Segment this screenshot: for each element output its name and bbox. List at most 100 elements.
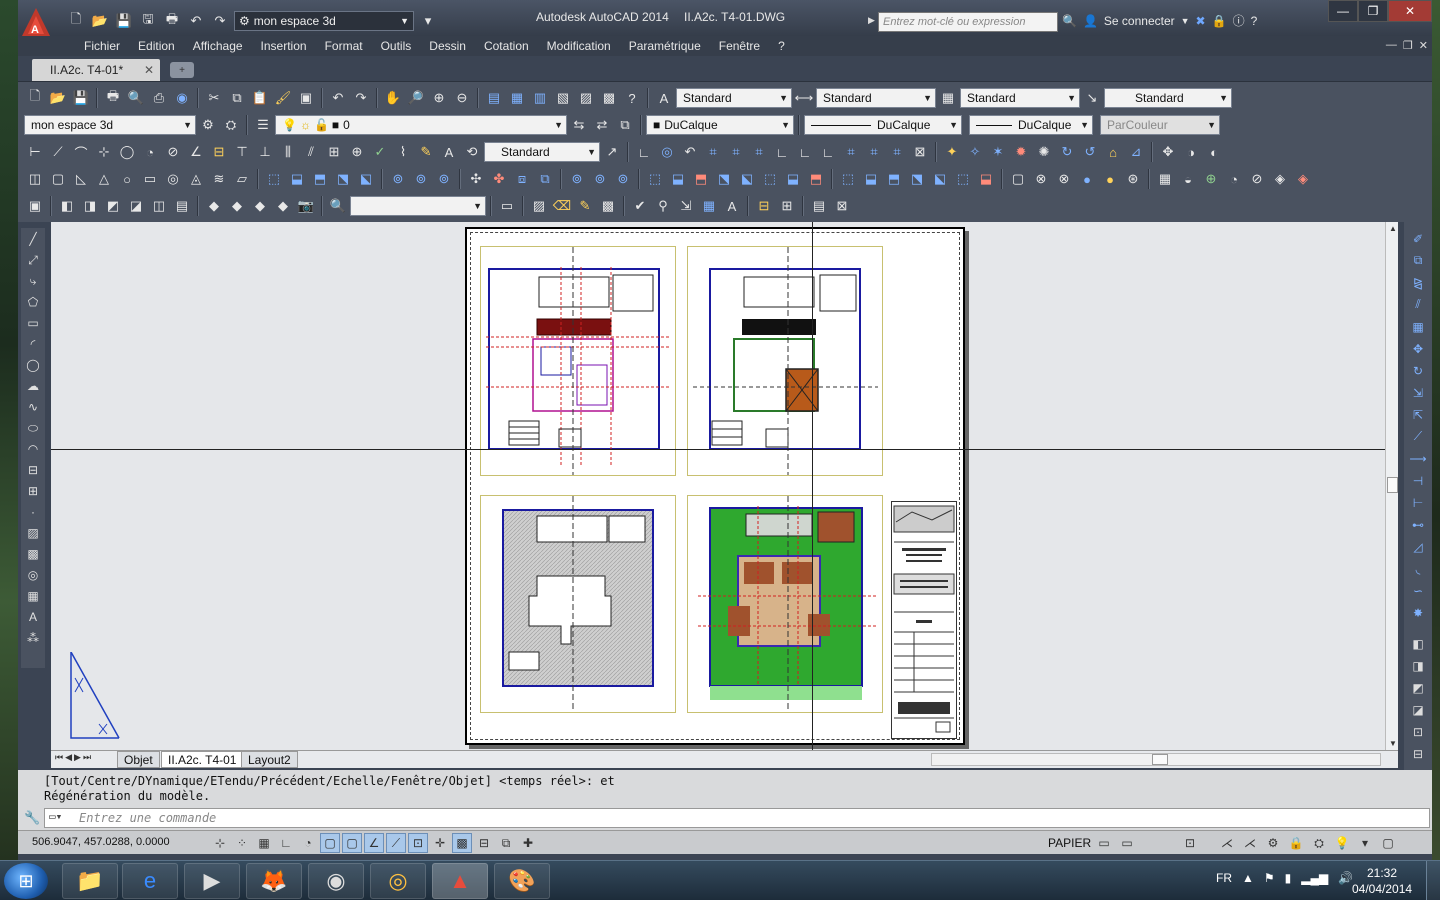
redo-icon[interactable]: ↷ (210, 12, 230, 30)
visual-realistic-icon[interactable]: ● (1076, 168, 1098, 190)
revision-cloud-icon[interactable]: ☁ (22, 376, 44, 396)
dim-text-edit-icon[interactable]: A (438, 141, 460, 163)
linetype-select[interactable]: DuCalque ▼ (804, 115, 962, 135)
zoom-previous-icon[interactable]: ⊖ (451, 87, 473, 109)
save-icon[interactable]: 💾 (114, 12, 134, 30)
next-layout-icon[interactable]: ▶ (74, 752, 81, 763)
explorer-taskbar-icon[interactable]: 📁 (62, 863, 118, 899)
new-icon[interactable]: 🗋 (24, 87, 46, 109)
file-tab[interactable]: II.A2c. T4-01* ✕ (32, 59, 160, 81)
viewport-site-plan[interactable] (687, 495, 883, 713)
application-status-icon[interactable]: ▾ (1355, 833, 1375, 853)
new-file-icon[interactable]: 🗋 (66, 11, 86, 30)
menu-edition[interactable]: Edition (129, 39, 184, 53)
solid-union-icon[interactable]: ⊚ (566, 168, 588, 190)
workspace-switching-icon[interactable]: ⚙ (1263, 833, 1283, 853)
flag-icon[interactable]: ⚑ (1264, 871, 1275, 885)
loft-icon[interactable]: ⬕ (355, 168, 377, 190)
last-layout-icon[interactable]: ⏭ (83, 752, 91, 763)
gradient-icon[interactable]: ▩ (597, 195, 619, 217)
ucs-3point-icon[interactable]: ∟ (817, 141, 839, 163)
ucs-icon[interactable]: ∟ (633, 141, 655, 163)
stretch-icon[interactable]: ⇱ (1406, 404, 1430, 425)
volume-icon[interactable]: 🔊 (1338, 871, 1353, 885)
multileader-style-icon[interactable]: ↘ (1081, 87, 1103, 109)
center-mark-icon[interactable]: ⊕ (346, 141, 368, 163)
jogged-dim-icon[interactable]: ◔ (139, 141, 161, 163)
cylinder-icon[interactable]: ▭ (139, 168, 161, 190)
named-view-select[interactable]: ▼ (350, 196, 486, 216)
rotate-faces-icon[interactable]: ⬕ (736, 168, 758, 190)
ucs-x-icon[interactable]: ⌗ (840, 141, 862, 163)
light-distant-icon[interactable]: ✶ (987, 141, 1009, 163)
new-tab-button[interactable]: + (170, 62, 194, 78)
isolate-objects-icon[interactable]: 💡 (1332, 833, 1352, 853)
doc-restore-icon[interactable]: ❐ (1403, 39, 1413, 52)
layout-tab-layout2[interactable]: Layout2 (241, 751, 298, 768)
orbit-icon[interactable]: ✥ (1157, 141, 1179, 163)
minimize-button[interactable]: — (1328, 0, 1358, 22)
multileader-style-select[interactable]: Standard ▼ (1104, 88, 1232, 108)
pan-icon[interactable]: ✋ (382, 87, 404, 109)
arc-icon[interactable]: ◜ (22, 334, 44, 354)
intersect-icon[interactable]: ⊚ (433, 168, 455, 190)
tool-palettes-icon[interactable]: ▥ (529, 87, 551, 109)
mirror-icon[interactable]: ⧎ (1406, 272, 1430, 293)
ellipse-icon[interactable]: ⬭ (22, 418, 44, 438)
chrome-taskbar-icon[interactable]: ◉ (308, 863, 364, 899)
ucs-y-icon[interactable]: ⌗ (863, 141, 885, 163)
qat-customize-icon[interactable]: ▾ (418, 12, 438, 30)
visual-3d-wireframe-icon[interactable]: ⊗ (1030, 168, 1052, 190)
ellipse-arc-icon[interactable]: ◠ (22, 439, 44, 459)
helix-icon[interactable]: ≋ (208, 168, 230, 190)
dim-break-icon[interactable]: ⫽ (300, 141, 322, 163)
menu-parametrique[interactable]: Paramétrique (620, 39, 710, 53)
cone-icon[interactable]: △ (93, 168, 115, 190)
light-list-icon[interactable]: ✹ (1010, 141, 1032, 163)
fillet-icon[interactable]: ◟ (1406, 558, 1430, 579)
tolerance-icon[interactable]: ⊞ (323, 141, 345, 163)
autocad-taskbar-icon[interactable]: ▲ (432, 863, 488, 899)
radius-dim-icon[interactable]: ◯ (116, 141, 138, 163)
offset-faces-icon[interactable]: ⬒ (690, 168, 712, 190)
layer-previous-icon[interactable]: ⇄ (591, 114, 613, 136)
clean-icon[interactable]: ⬔ (906, 168, 928, 190)
table-style-select[interactable]: Standard ▼ (960, 88, 1080, 108)
menu-fenetre[interactable]: Fenêtre (710, 39, 769, 53)
sphere-icon[interactable]: ○ (116, 168, 138, 190)
eraser-icon[interactable]: ⌫ (551, 195, 573, 217)
diameter-dim-icon[interactable]: ⊘ (162, 141, 184, 163)
ordinate-dim-icon[interactable]: ⊹ (93, 141, 115, 163)
wrench-icon[interactable]: 🔧 (24, 810, 40, 826)
linear-dim-icon[interactable]: ⊢ (24, 141, 46, 163)
subtract-icon[interactable]: ⊚ (410, 168, 432, 190)
union-icon[interactable]: ⊚ (387, 168, 409, 190)
dim-space-icon[interactable]: ⫼ (277, 141, 299, 163)
spline-icon[interactable]: ∿ (22, 397, 44, 417)
erase-icon[interactable]: ✐ (1406, 228, 1430, 249)
drawing-area[interactable]: ▲ ▼ (51, 222, 1398, 750)
coordinate-readout[interactable]: 506.9047, 457.0288, 0.0000 (32, 836, 170, 848)
doc-close-icon[interactable]: ✕ (1419, 39, 1428, 52)
baseline-dim-icon[interactable]: ⊤ (231, 141, 253, 163)
layer-properties-icon[interactable]: ☰ (252, 114, 274, 136)
inspection-icon[interactable]: ✓ (369, 141, 391, 163)
render-icon[interactable]: ▣ (24, 195, 46, 217)
move-icon[interactable]: ✥ (1406, 338, 1430, 359)
space-toggle[interactable]: PAPIER (1048, 836, 1091, 850)
chamfer-icon[interactable]: ◿ (1406, 536, 1430, 557)
break-point-icon[interactable]: ⊣ (1406, 470, 1430, 491)
visual-hidden-icon[interactable]: ⊗ (1053, 168, 1075, 190)
cut-icon[interactable]: ✂ (203, 87, 225, 109)
camera-icon[interactable]: 📷 (295, 195, 317, 217)
table-tool-icon[interactable]: ▦ (22, 586, 44, 606)
vertical-scrollbar[interactable]: ▲ ▼ (1385, 222, 1398, 750)
infer-constraints-icon[interactable]: ⊹ (210, 833, 230, 853)
make-current-layer-icon[interactable]: ⇆ (568, 114, 590, 136)
start-button[interactable]: ⊞ (4, 863, 48, 899)
extend-icon[interactable]: ⟶ (1406, 448, 1430, 469)
view-top-icon[interactable]: ◒ (1177, 168, 1199, 190)
revolve-icon[interactable]: ⬔ (332, 168, 354, 190)
draworder-front-icon[interactable]: ◧ (1406, 633, 1430, 654)
color-edges-icon[interactable]: ⬓ (860, 168, 882, 190)
